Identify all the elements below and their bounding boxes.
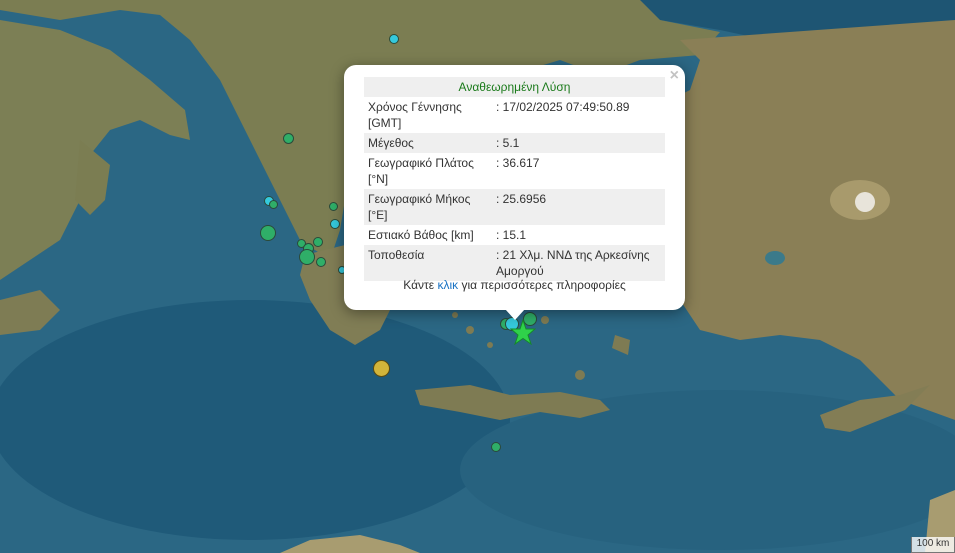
star-icon[interactable] [510,319,536,345]
origin-time-value: : 17/02/2025 07:49:50.89 [496,100,630,114]
longitude-label: Γεωγραφικό Μήκος [°E] [364,189,492,225]
latitude-label: Γεωγραφικό Πλάτος [°N] [368,156,474,186]
latitude-value: : 36.617 [496,156,540,170]
earthquake-marker[interactable] [260,225,276,241]
earthquake-marker[interactable] [330,219,340,229]
popup-tip [505,309,525,320]
location-value: : 21 Χλμ. ΝΝΔ της Αρκεσίνης Αμοργού [492,245,665,281]
popup-footer: Κάντε κλικ για περισσότερες πληροφορίες [344,278,685,292]
map-canvas[interactable]: × Αναθεωρημένη Λύση Χρόνος Γέννησης [GMT… [0,0,955,553]
magnitude-label: Μέγεθος [364,133,492,153]
magnitude-value: : 5.1 [492,133,665,153]
earthquake-marker[interactable] [299,249,315,265]
earthquake-marker[interactable] [269,200,278,209]
depth-label: Εστιακό Βάθος [km] [368,228,474,242]
location-label: Τοποθεσία [364,245,492,281]
close-icon[interactable]: × [670,67,679,85]
depth-value: : 15.1 [496,228,527,242]
more-info-link[interactable]: κλικ [437,278,458,292]
origin-time-label: Χρόνος Γέννησης [GMT] [368,100,462,130]
footer-prefix: Κάντε [403,278,435,292]
longitude-value: : 25.6956 [492,189,665,225]
event-popup: × Αναθεωρημένη Λύση Χρόνος Γέννησης [GMT… [344,65,685,310]
earthquake-marker[interactable] [389,34,399,44]
earthquake-marker[interactable] [313,237,323,247]
earthquake-marker[interactable] [283,133,294,144]
popup-title: Αναθεωρημένη Λύση [364,77,665,97]
earthquake-marker[interactable] [373,360,390,377]
event-details-table: Αναθεωρημένη Λύση Χρόνος Γέννησης [GMT] … [364,77,665,281]
footer-suffix: για περισσότερες πληροφορίες [461,278,626,292]
earthquake-marker[interactable] [329,202,338,211]
earthquake-marker[interactable] [491,442,501,452]
earthquake-marker[interactable] [316,257,326,267]
scale-bar: 100 km [911,537,955,553]
